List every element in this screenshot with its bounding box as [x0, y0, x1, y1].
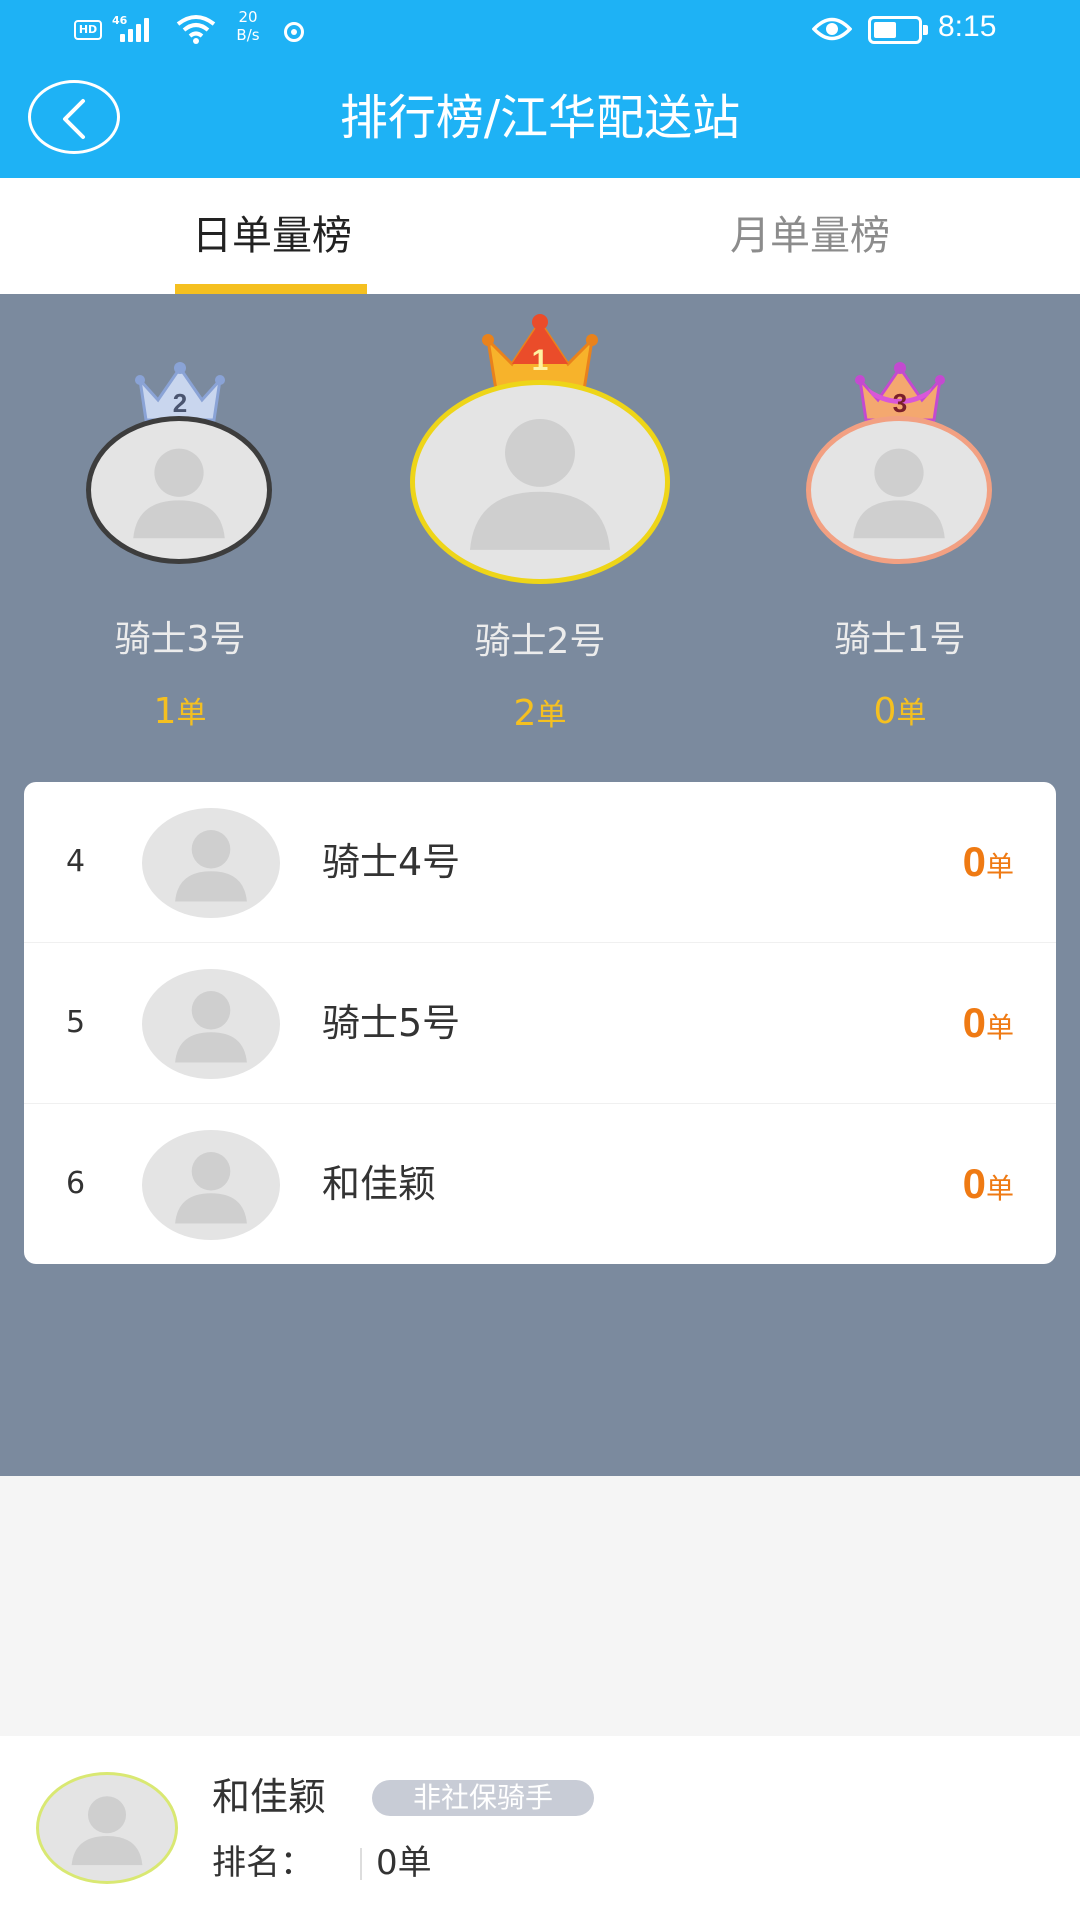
- crown-number: 2: [173, 388, 187, 418]
- list-item[interactable]: 4 骑士4号 0单: [24, 782, 1056, 942]
- crown-number: 1: [532, 344, 549, 377]
- order-count: 0单: [963, 943, 1014, 1112]
- order-count-value: 0: [962, 838, 986, 885]
- order-count: 0单: [963, 782, 1014, 951]
- avatar: [142, 808, 280, 918]
- net-speed-value: 20: [238, 8, 258, 26]
- podium-count-unit: 单: [536, 698, 567, 733]
- podium-count-value: 0: [873, 691, 897, 732]
- podium-name: 骑士2号: [474, 621, 606, 662]
- avatar: [142, 1130, 280, 1240]
- insurance-status-badge: 非社保骑手: [372, 1780, 594, 1816]
- network-type: 46: [112, 14, 128, 27]
- hd-indicator: HD: [74, 20, 102, 40]
- page-title: 排行榜/江华配送站: [339, 90, 741, 146]
- my-order-count: 0单: [376, 1843, 432, 1883]
- rider-name: 和佳颖: [322, 1162, 437, 1206]
- podium-count-value: 1: [153, 691, 177, 732]
- my-rank-label: 排名：: [212, 1843, 314, 1883]
- list-item[interactable]: 5 骑士5号 0单: [24, 943, 1056, 1103]
- order-count-unit: 单: [985, 1172, 1014, 1205]
- podium-count: 2单: [410, 690, 670, 734]
- rider-name: 骑士5号: [322, 1001, 461, 1045]
- tab-bar: 日单量榜 月单量榜: [0, 178, 1080, 294]
- ranking-list: 4 骑士4号 0单 5 骑士5号 0单 6 和佳颖 0单: [24, 782, 1056, 1264]
- order-count: 0单: [963, 1104, 1014, 1264]
- eye-comfort-icon: [812, 17, 852, 41]
- rank-number: 5: [66, 1005, 86, 1040]
- crown-number: 3: [893, 388, 907, 418]
- divider: [360, 1848, 362, 1880]
- podium-count-unit: 单: [896, 696, 927, 731]
- podium-count: 1单: [50, 688, 310, 732]
- order-count-unit: 单: [985, 1011, 1014, 1044]
- order-count-value: 0: [962, 1160, 986, 1207]
- crown-pink-icon: 3: [855, 362, 945, 422]
- active-tab-indicator: [175, 284, 367, 294]
- app-header: HD 46 20 B/s 8:15 排行榜/江华配送站: [0, 0, 1080, 178]
- podium-count: 0单: [770, 688, 1030, 732]
- net-speed-unit: B/s: [236, 26, 260, 44]
- rank-number: 6: [66, 1166, 86, 1201]
- rider-name: 骑士4号: [322, 840, 461, 884]
- battery-icon: [868, 16, 928, 44]
- list-item[interactable]: 6 和佳颖 0单: [24, 1104, 1056, 1264]
- clock: 8:15: [938, 10, 997, 43]
- rank-number: 4: [66, 844, 86, 879]
- my-name: 和佳颖: [212, 1775, 327, 1819]
- tab-daily-ranking[interactable]: 日单量榜: [162, 178, 382, 294]
- podium-name: 骑士1号: [834, 619, 966, 660]
- podium-count-unit: 单: [176, 696, 207, 731]
- tab-monthly-ranking[interactable]: 月单量榜: [700, 178, 920, 294]
- podium-name: 骑士3号: [114, 619, 246, 660]
- avatar-place-2[interactable]: [86, 416, 272, 564]
- podium-count-value: 2: [513, 693, 537, 734]
- crown-silver-icon: 2: [135, 362, 225, 422]
- avatar-place-3[interactable]: [806, 416, 992, 564]
- avatar: [142, 969, 280, 1079]
- location-icon: [284, 22, 304, 42]
- wifi-icon: [176, 15, 216, 44]
- my-avatar[interactable]: [36, 1772, 178, 1884]
- status-bar: HD 46 20 B/s 8:15: [0, 0, 1080, 60]
- my-ranking-card: 和佳颖 非社保骑手 排名： 0单: [0, 1736, 1080, 1920]
- net-speed: 20 B/s: [228, 8, 268, 44]
- order-count-value: 0: [962, 999, 986, 1046]
- avatar-place-1[interactable]: [410, 380, 670, 584]
- order-count-unit: 单: [985, 850, 1014, 883]
